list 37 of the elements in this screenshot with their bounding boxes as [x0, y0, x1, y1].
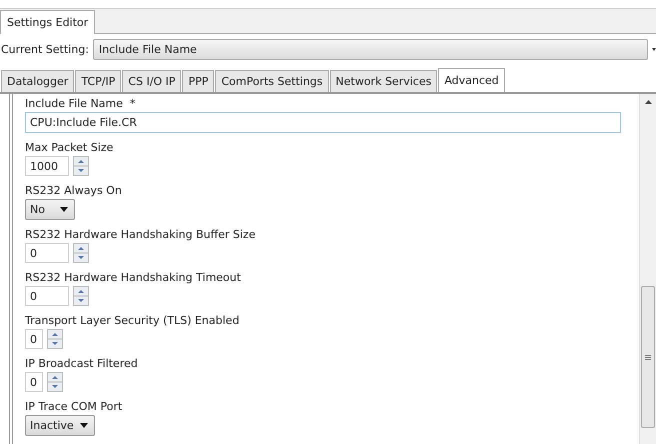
- spinner-icon[interactable]: [47, 329, 63, 349]
- number-field[interactable]: 0: [25, 286, 69, 306]
- dropdown[interactable]: No: [25, 199, 75, 220]
- scroll-thumb[interactable]: [641, 286, 655, 428]
- field-label: RS232 Always On: [25, 184, 123, 197]
- field-label: IP Broadcast Filtered: [25, 357, 139, 370]
- tab[interactable]: PPP: [182, 70, 214, 92]
- caret-icon: [60, 207, 68, 212]
- scroll-up-icon[interactable]: [644, 100, 652, 104]
- tab[interactable]: TCP/IP: [75, 70, 122, 92]
- field-label: IP Trace COM Port: [25, 400, 124, 413]
- current-setting-label: Current Setting:: [1, 43, 89, 56]
- spinner-icon[interactable]: [47, 372, 63, 392]
- tab[interactable]: Network Services: [330, 70, 438, 92]
- tab[interactable]: ComPorts Settings: [215, 70, 329, 92]
- current-setting-dropdown[interactable]: Include File Name: [92, 39, 648, 60]
- field-label: RS232 Hardware Handshaking Buffer Size: [25, 228, 256, 241]
- tab[interactable]: Datalogger: [1, 70, 74, 92]
- dropdown[interactable]: Inactive: [25, 415, 95, 436]
- caret-icon: [652, 48, 656, 52]
- spinner-icon[interactable]: [73, 243, 89, 263]
- window-tab[interactable]: Settings Editor: [0, 10, 96, 34]
- field-label: Include File Name *: [25, 97, 136, 110]
- text-field[interactable]: CPU:Include File.CR: [25, 112, 621, 133]
- field-label: RS232 Hardware Handshaking Timeout: [25, 271, 242, 284]
- caret-icon: [80, 423, 88, 428]
- field-label: Max Packet Size: [25, 141, 114, 154]
- tab[interactable]: Advanced: [438, 68, 505, 92]
- tab[interactable]: CS I/O IP: [122, 70, 182, 92]
- number-field[interactable]: 0: [25, 243, 69, 263]
- field-label: Transport Layer Security (TLS) Enabled: [25, 314, 240, 327]
- number-field[interactable]: 0: [25, 372, 43, 392]
- spinner-icon[interactable]: [73, 286, 89, 306]
- number-field[interactable]: 1000: [25, 156, 69, 176]
- scrollbar[interactable]: [639, 94, 656, 444]
- spinner-icon[interactable]: [73, 156, 89, 176]
- number-field[interactable]: 0: [25, 329, 43, 349]
